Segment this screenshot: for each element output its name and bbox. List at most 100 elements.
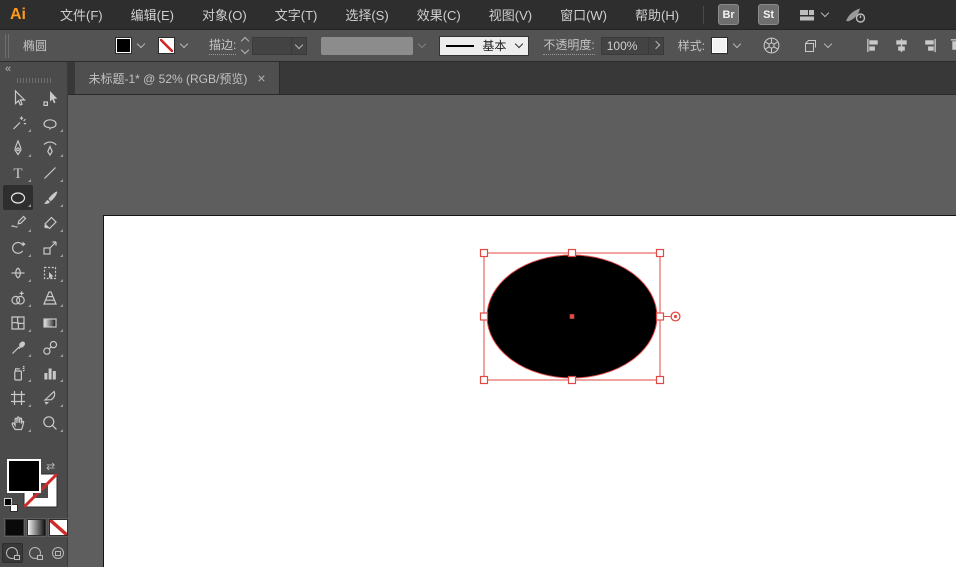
align-left-button[interactable] [865,37,882,54]
tool-direct-selection[interactable] [35,85,65,110]
draw-normal-button[interactable] [2,543,23,563]
tool-shaper[interactable] [3,210,33,235]
handle-bottom-right[interactable] [655,375,665,385]
tool-eyedropper[interactable] [3,335,33,360]
stroke-weight-stepper[interactable] [241,36,250,55]
control-bar-grip[interactable] [5,33,11,58]
tool-type[interactable]: T [3,160,33,185]
menu-item[interactable]: 视图(V) [475,0,546,29]
menu-item[interactable]: 选择(S) [331,0,402,29]
shaper-icon [10,215,26,228]
align-right-button[interactable] [921,37,938,54]
tool-hand[interactable] [3,410,33,435]
stroke-color-dropdown[interactable] [158,37,189,54]
line-segment-icon [43,166,56,179]
tool-gradient[interactable] [35,310,65,335]
gradient-button[interactable] [27,519,46,536]
chevron-down-icon [136,39,146,49]
tool-selection[interactable] [3,85,33,110]
menu-item[interactable]: 文件(F) [46,0,117,29]
menu-bar: Ai 文件(F) 编辑(E) 对象(O) 文字(T) 选择(S) 效果(C) 视图(V) 窗口… [0,0,956,30]
menu-item[interactable]: 窗口(W) [546,0,621,29]
menu-item[interactable]: 对象(O) [188,0,261,29]
style-dropdown[interactable] [711,37,742,54]
gradient-icon [42,317,57,328]
fill-color-dropdown[interactable] [115,37,146,54]
stroke-none-swatch[interactable] [158,37,176,54]
opacity-field[interactable]: 100% [600,36,649,55]
opacity-label[interactable]: 不透明度: [543,36,595,55]
color-button[interactable] [5,519,24,536]
workspace-switcher[interactable] [798,7,830,23]
menu-item[interactable]: 文字(T) [261,0,332,29]
tool-paintbrush[interactable] [35,185,65,210]
swap-fill-stroke-button[interactable]: ⇄ [46,460,55,473]
tool-zoom[interactable] [35,410,65,435]
style-swatch[interactable] [711,37,729,54]
gpu-performance-button[interactable] [844,6,866,24]
menu-item[interactable]: 效果(C) [403,0,475,29]
draw-behind-button[interactable] [25,543,46,563]
tool-rotate[interactable] [3,235,33,260]
handle-bottom-left[interactable] [479,375,489,385]
tool-lasso[interactable] [35,110,65,135]
menu-item[interactable]: 编辑(E) [117,0,188,29]
collapse-panel-button[interactable]: « [0,62,67,75]
stock-button[interactable]: St [758,4,780,25]
handle-top-center[interactable] [567,248,577,258]
corner-widget-dot [673,314,678,319]
tool-ellipse[interactable] [2,185,33,210]
align-top-button[interactable] [949,37,956,54]
stepper-down-icon[interactable] [241,45,250,55]
paintbrush-icon [43,190,57,204]
stroke-weight-dropdown[interactable] [292,36,308,55]
tool-blend[interactable] [35,335,65,360]
tool-mesh[interactable] [3,310,33,335]
tool-eraser[interactable] [35,210,65,235]
handle-middle-right[interactable] [655,312,665,321]
tool-slice[interactable] [35,385,65,410]
selection-icon [14,89,26,106]
tool-perspective-grid[interactable] [35,285,65,310]
none-button[interactable] [49,519,68,536]
default-fill-mini [4,498,12,506]
tools-panel-grip[interactable] [16,78,51,83]
document-tab[interactable]: 未标题-1* @ 52% (RGB/预览) × [75,62,280,94]
transform-icon [805,39,817,52]
fill-proxy[interactable] [7,459,41,493]
tool-line-segment[interactable] [35,160,65,185]
handle-top-right[interactable] [655,248,665,258]
stroke-weight-field[interactable] [252,36,293,55]
tool-symbol-sprayer[interactable] [3,360,33,385]
align-center-button[interactable] [893,37,910,54]
control-bar: 椭圆 描边: 基本 不透明度: 100% 样式: [0,30,956,62]
draw-inside-button[interactable] [47,543,68,563]
stroke-weight-label[interactable]: 描边: [209,36,237,55]
width-profile-dropdown[interactable]: 基本 [439,35,530,56]
tool-scale[interactable] [35,235,65,260]
tool-width[interactable] [3,260,33,285]
handle-middle-left[interactable] [479,312,489,321]
tool-free-transform[interactable] [35,260,65,285]
recolor-artwork-button[interactable] [762,36,781,55]
handle-bottom-center[interactable] [567,375,577,385]
default-fill-stroke-button[interactable] [4,498,19,513]
opacity-dropdown[interactable] [648,36,664,55]
tool-magic-wand[interactable] [3,110,33,135]
fill-color-swatch[interactable] [115,37,133,54]
transform-options-button[interactable] [801,37,833,55]
menubar-divider [703,5,705,24]
tool-shape-builder[interactable] [3,285,33,310]
tool-column-graph[interactable] [35,360,65,385]
handle-top-left[interactable] [479,248,489,258]
tool-artboard[interactable] [3,385,33,410]
tool-pen[interactable] [3,135,33,160]
canvas-pasteboard[interactable] [68,95,956,567]
shape-center-point[interactable] [569,314,575,319]
bridge-button[interactable]: Br [718,4,740,25]
menu-item[interactable]: 帮助(H) [621,0,693,29]
close-tab-icon[interactable]: × [257,71,265,85]
stepper-up-icon[interactable] [241,36,250,46]
tool-curvature[interactable] [35,135,65,160]
blend-icon [42,340,57,355]
